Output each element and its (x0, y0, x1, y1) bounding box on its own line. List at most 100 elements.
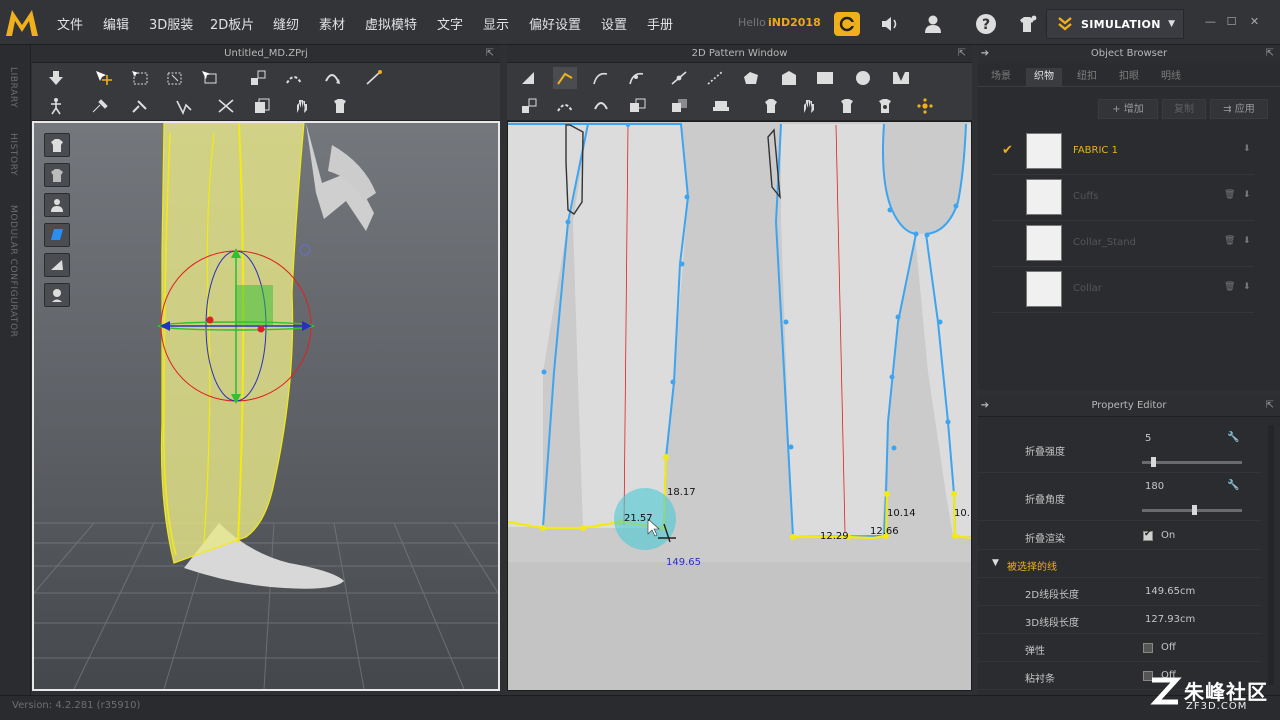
download-icon[interactable]: ⬇ (1243, 236, 1253, 246)
select-button-icon[interactable] (913, 95, 937, 117)
fabric-item-1[interactable]: ✔ FABRIC 1 ⬇ (992, 129, 1254, 175)
transform-pattern-icon[interactable] (517, 67, 541, 89)
menu-3d-garment[interactable]: 3D服装 (149, 14, 193, 33)
user-profile-icon[interactable] (920, 12, 946, 36)
length-2d-value[interactable]: 149.65cm (1145, 586, 1195, 597)
download-icon[interactable]: ⬇ (1243, 190, 1253, 200)
apply-fabric-button[interactable]: ⇉ 应用 (1210, 99, 1268, 119)
download-icon[interactable]: ⬇ (1243, 282, 1253, 292)
help-icon[interactable]: ? (973, 12, 999, 36)
property-scrollbar[interactable] (1268, 425, 1274, 685)
fabric-item-2[interactable]: Cuffs 🗑 ⬇ (992, 175, 1254, 221)
menu-text[interactable]: 文字 (437, 14, 463, 33)
tab-library[interactable]: LIBRARY (8, 67, 18, 108)
selected-line-section[interactable]: ▼ 被选择的线 (978, 550, 1262, 578)
view-garment-alt-icon[interactable] (44, 163, 70, 187)
menu-edit[interactable]: 编辑 (103, 14, 129, 33)
sewing-machine-icon[interactable] (709, 95, 733, 117)
speaker-icon[interactable] (878, 12, 904, 36)
circle-icon[interactable] (851, 67, 875, 89)
fabric-item-4[interactable]: Collar 🗑 ⬇ (992, 267, 1254, 313)
box-select-icon[interactable] (128, 67, 152, 89)
avatar-measure-icon[interactable] (328, 95, 352, 117)
elastic-checkbox[interactable] (1143, 643, 1153, 653)
3d-viewport[interactable] (32, 121, 500, 691)
menu-file[interactable]: 文件 (57, 14, 83, 33)
target-icon[interactable] (299, 244, 311, 256)
free-sew-icon[interactable] (553, 95, 577, 117)
view-fabric-icon[interactable] (44, 253, 70, 277)
slider-knob[interactable] (1192, 505, 1197, 515)
tab-history[interactable]: HISTORY (8, 133, 18, 176)
pattern-piece-front[interactable] (781, 124, 972, 538)
copy-pattern-icon[interactable] (250, 95, 274, 117)
simulation-button[interactable]: SIMULATION ▼ (1046, 9, 1184, 39)
pin-tool-icon[interactable] (88, 95, 112, 117)
tab-scene[interactable]: 场景 (984, 68, 1018, 86)
slider-knob[interactable] (1151, 457, 1156, 467)
tab-button[interactable]: 纽扣 (1070, 68, 1104, 86)
fold-angle-value[interactable]: 180 (1145, 481, 1164, 492)
edit-sew-icon[interactable] (667, 95, 691, 117)
hand-tool-icon[interactable] (290, 95, 314, 117)
fabric-item-3[interactable]: Collar_Stand 🗑 ⬇ (992, 221, 1254, 267)
download-icon[interactable]: ⬇ (1243, 144, 1253, 154)
collapse-arrow-property-icon[interactable]: ➔ (978, 395, 992, 417)
add-point-icon[interactable] (667, 67, 691, 89)
copy-fabric-button[interactable]: 复制 (1162, 99, 1206, 119)
menu-2d-pattern[interactable]: 2D板片 (210, 14, 254, 33)
2d-pattern-viewport[interactable]: 18.17 21.57 149.65 12.29 12.66 10.14 10.… (507, 121, 972, 691)
view-garment-icon[interactable] (44, 133, 70, 157)
delete-icon[interactable]: 🗑 (1224, 282, 1235, 292)
sew-segment-icon[interactable] (517, 95, 541, 117)
menu-sewing[interactable]: 缝纫 (273, 14, 299, 33)
internal-line-icon[interactable] (703, 67, 727, 89)
polygon-icon[interactable] (739, 67, 763, 89)
hand-sew-icon[interactable] (797, 95, 821, 117)
move-tool-icon[interactable] (92, 67, 116, 89)
edit-pattern-icon[interactable] (553, 67, 577, 89)
clo-cloud-icon[interactable] (834, 12, 860, 36)
pattern-piece-back-right[interactable] (573, 124, 688, 528)
delete-icon[interactable]: 🗑 (1224, 236, 1235, 246)
minimize-icon[interactable]: — (1204, 15, 1217, 28)
rectangle-icon[interactable] (813, 67, 837, 89)
view-avatar-icon[interactable] (44, 193, 70, 217)
fold-rotate-icon[interactable] (320, 67, 344, 89)
segment-tool-icon[interactable] (362, 67, 386, 89)
view-texture-icon[interactable] (44, 223, 70, 247)
button-tool-icon[interactable] (835, 95, 859, 117)
fold-render-checkbox[interactable] (1143, 529, 1153, 541)
avatar-pose-icon[interactable] (44, 95, 68, 117)
popout-browser-icon[interactable]: ⇱ (1266, 45, 1274, 63)
wrench-icon[interactable]: 🔧 (1227, 480, 1239, 491)
menu-avatar[interactable]: 虚拟模特 (365, 14, 417, 33)
popout-2d-icon[interactable]: ⇱ (958, 45, 966, 63)
view-avatar-head-icon[interactable] (44, 283, 70, 307)
fold-strength-value[interactable]: 5 (1145, 433, 1151, 444)
menu-preferences[interactable]: 偏好设置 (529, 14, 581, 33)
menu-settings[interactable]: 设置 (601, 14, 627, 33)
edit-curve-icon[interactable] (589, 67, 613, 89)
tack-tool-icon[interactable] (128, 95, 152, 117)
delete-icon[interactable]: 🗑 (1224, 190, 1235, 200)
popout-property-icon[interactable]: ⇱ (1266, 395, 1274, 417)
fold-angle-slider[interactable] (1142, 505, 1242, 515)
tab-buttonhole[interactable]: 扣眼 (1112, 68, 1146, 86)
fold-arrange-icon[interactable] (246, 67, 270, 89)
user-name[interactable]: iND2018 (768, 16, 821, 29)
buttonhole-tool-icon[interactable] (873, 95, 897, 117)
menu-materials[interactable]: 素材 (319, 14, 345, 33)
garment-sync-icon[interactable] (1014, 12, 1040, 36)
wrench-icon[interactable]: 🔧 (1227, 432, 1239, 443)
popout-icon[interactable]: ⇱ (486, 45, 494, 63)
menu-display[interactable]: 显示 (483, 14, 509, 33)
add-fabric-button[interactable]: + 增加 (1098, 99, 1158, 119)
fold-tool-icon[interactable] (282, 67, 306, 89)
pentagon-icon[interactable] (777, 67, 801, 89)
multi-sew-icon[interactable] (589, 95, 613, 117)
md-logo-icon[interactable] (4, 7, 40, 39)
tab-modular-configurator[interactable]: MODULAR CONFIGURATOR (8, 205, 18, 338)
curve-point-icon[interactable] (625, 67, 649, 89)
garment-fit-icon[interactable] (759, 95, 783, 117)
